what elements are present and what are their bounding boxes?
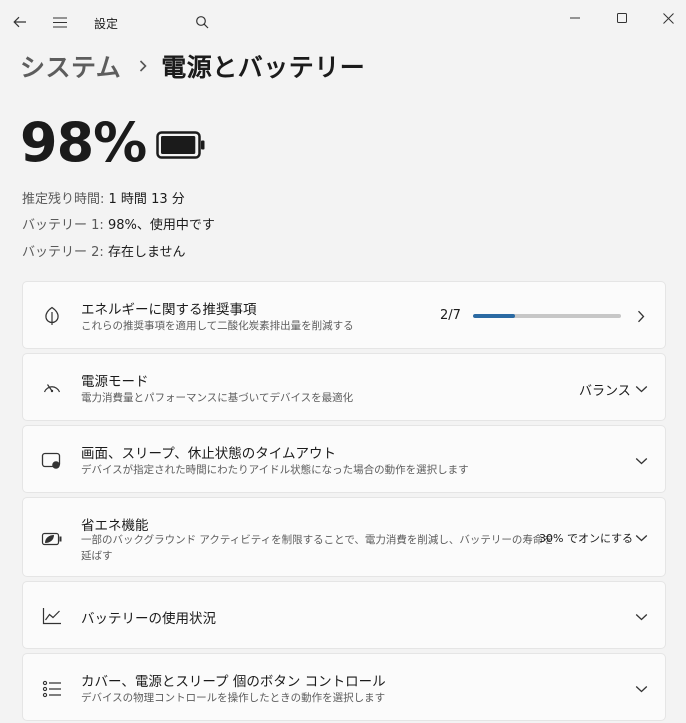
power-mode-dropdown-value[interactable]: バランス xyxy=(579,380,631,399)
energy-recommendations-card[interactable]: エネルギーに関する推奨事項 これらの推奨事項を適用して二酸化炭素排出量を削減する… xyxy=(22,281,666,349)
remaining-time-label: 推定残り時間: xyxy=(22,192,105,207)
breadcrumb: システム 電源とバッテリー xyxy=(20,46,365,86)
battery-usage-title: バッテリーの使用状況 xyxy=(81,611,216,627)
energy-saver-desc-line1: 一部のバックグラウンド アクティビティを制限することで、電力消費を削減し、バッテ… xyxy=(81,534,554,546)
breadcrumb-parent-link[interactable]: システム xyxy=(20,48,121,84)
remaining-time-value: 1 時間 13 分 xyxy=(108,192,185,207)
battery-usage-card[interactable]: バッテリーの使用状況 xyxy=(22,581,666,649)
battery1-line: バッテリー 1: 98%、使用中です xyxy=(22,214,215,233)
back-arrow-icon[interactable] xyxy=(10,12,30,32)
energy-recommendations-desc: これらの推奨事項を適用して二酸化炭素排出量を削減する xyxy=(81,320,354,332)
chevron-down-icon[interactable] xyxy=(633,453,649,469)
battery1-label: バッテリー 1: xyxy=(22,218,104,233)
minimize-button[interactable] xyxy=(563,8,587,28)
energy-saver-desc-line2: 延ばす xyxy=(81,550,113,562)
usage-chart-icon xyxy=(41,605,63,627)
screen-sleep-icon xyxy=(41,450,63,472)
page-title: 電源とバッテリー xyxy=(161,53,366,82)
energy-saver-title: 省エネ機能 xyxy=(81,518,149,534)
energy-saver-dropdown-value[interactable]: 30% でオンにする xyxy=(539,530,633,546)
screen-sleep-timeouts-card[interactable]: 画面、スリープ、休止状態のタイムアウト デバイスが指定された時間にわたりアイドル… xyxy=(22,425,666,493)
battery1-value: 98%、使用中です xyxy=(107,218,215,233)
timeouts-desc: デバイスが指定された時間にわたりアイドル状態になった場合の動作を選択します xyxy=(81,464,469,476)
recommendations-progress-bar xyxy=(473,314,621,318)
battery2-value: 存在しません xyxy=(107,245,186,260)
maximize-icon xyxy=(617,13,627,23)
chevron-down-icon[interactable] xyxy=(633,609,649,625)
energy-recommendations-title: エネルギーに関する推奨事項 xyxy=(81,302,257,318)
close-button[interactable] xyxy=(656,8,680,28)
button-controls-icon xyxy=(41,678,63,700)
battery2-label: バッテリー 2: xyxy=(22,245,104,260)
chevron-down-icon[interactable] xyxy=(633,381,649,397)
button-controls-title: カバー、電源とスリープ 個のボタン コントロール xyxy=(81,674,386,690)
app-title: 設定 xyxy=(94,17,119,31)
battery-icon xyxy=(156,131,206,163)
battery-percentage: 98% xyxy=(20,111,147,174)
button-controls-desc: デバイスの物理コントロールを操作したときの動作を選択します xyxy=(81,692,386,704)
chevron-right-icon xyxy=(139,60,147,72)
button-controls-card[interactable]: カバー、電源とスリープ 個のボタン コントロール デバイスの物理コントロールを操… xyxy=(22,653,666,721)
leaf-icon xyxy=(41,305,63,327)
speedometer-icon xyxy=(41,376,63,398)
chevron-right-icon xyxy=(633,308,649,324)
maximize-button[interactable] xyxy=(610,8,634,28)
chevron-down-icon[interactable] xyxy=(633,681,649,697)
chevron-down-icon[interactable] xyxy=(633,530,649,546)
search-icon[interactable] xyxy=(192,12,212,32)
title-bar: 設定 xyxy=(0,0,686,44)
recommendations-progress-fill xyxy=(473,314,516,318)
recommendations-progress-text: 2/7 xyxy=(440,308,461,323)
battery2-line: バッテリー 2: 存在しません xyxy=(22,241,186,260)
power-mode-desc: 電力消費量とパフォーマンスに基づいてデバイスを最適化 xyxy=(81,392,354,404)
energy-saver-card[interactable]: 省エネ機能 一部のバックグラウンド アクティビティを制限することで、電力消費を削… xyxy=(22,497,666,577)
battery-saver-icon xyxy=(41,528,63,550)
remaining-time-line: 推定残り時間: 1 時間 13 分 xyxy=(22,188,185,207)
timeouts-title: 画面、スリープ、休止状態のタイムアウト xyxy=(81,446,337,462)
hamburger-menu-icon[interactable] xyxy=(50,12,70,32)
power-mode-title: 電源モード xyxy=(81,374,149,390)
close-icon xyxy=(662,12,674,24)
minimize-icon xyxy=(570,17,580,19)
power-mode-card[interactable]: 電源モード 電力消費量とパフォーマンスに基づいてデバイスを最適化 バランス xyxy=(22,353,666,421)
